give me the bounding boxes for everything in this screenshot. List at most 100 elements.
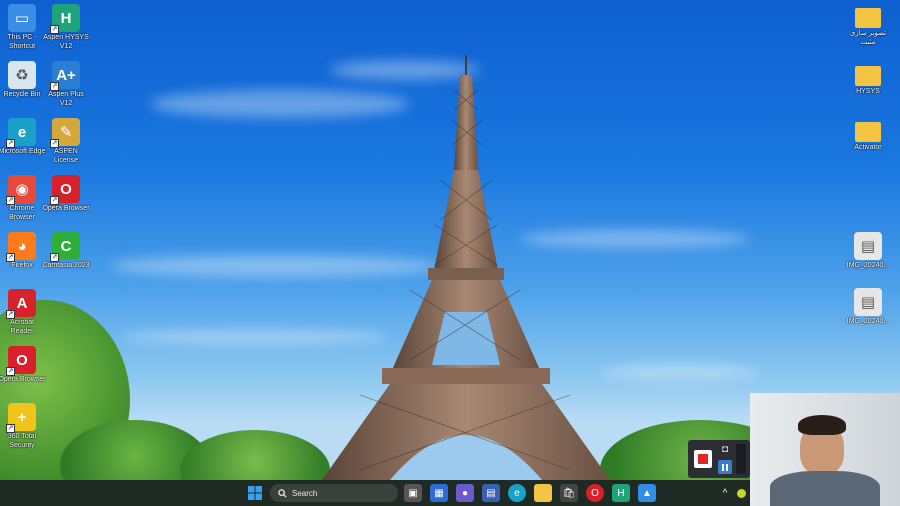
edge-taskbar-button[interactable]: e — [508, 484, 526, 502]
desktop-icon-label: Opera Browser — [0, 376, 46, 383]
tree-left — [180, 430, 330, 480]
tray-app-icon — [736, 488, 746, 498]
folder-icon — [855, 66, 881, 86]
recycle-bin-icon: ♻ — [8, 61, 36, 89]
eiffel-tower — [322, 55, 610, 480]
opera-taskbar-button[interactable]: O — [586, 484, 604, 502]
file-explorer-button[interactable] — [534, 484, 552, 502]
shortcut-arrow-icon: ↗ — [50, 82, 59, 91]
chat-icon: ● — [461, 487, 469, 499]
desktop-icon-image-file[interactable]: ▤ IMG_20240... — [844, 232, 892, 271]
recorder-widget: ◘ — [688, 440, 750, 478]
shortcut-arrow-icon: ↗ — [6, 424, 15, 433]
desktop-icon-label: HYSYS — [856, 88, 880, 95]
shortcut-arrow-icon: ↗ — [50, 196, 59, 205]
desktop-icon-chrome[interactable]: ◉ ↗ Chrome Browser — [0, 175, 46, 222]
desktop-icon-label: Camtasia 2023 — [42, 262, 90, 269]
desktop-icon-folder[interactable]: Activator — [844, 118, 892, 153]
desktop-icon-edge[interactable]: e ↗ Microsoft Edge — [0, 118, 46, 157]
desktop-icon-label: Opera Browser — [42, 205, 90, 212]
desktop-icon-aspen-plus[interactable]: A+ ↗ Aspen Plus V12 — [42, 61, 90, 108]
opera-icon: O ↗ — [6, 346, 36, 376]
desktop-icon-label: Firefox — [11, 262, 33, 269]
desktop-icon-label: 360 Total Security — [7, 433, 37, 449]
start-button[interactable] — [246, 484, 264, 502]
camera-icon: ◘ — [721, 444, 729, 455]
news-icon: ▤ — [486, 487, 496, 499]
opera-icon: O — [591, 487, 599, 499]
taskbar-search[interactable]: Search — [270, 484, 398, 502]
person-shirt — [770, 471, 880, 506]
shortcut-arrow-icon: ↗ — [50, 25, 59, 34]
desktop-icon-label: Microsoft Edge — [0, 148, 46, 155]
desktop-icon-label: ASPEN License — [53, 148, 79, 164]
desktop-icon-label: IMG_20240... — [846, 318, 890, 325]
desktop-icon-hysys[interactable]: H ↗ Aspen HYSYS V12 — [42, 4, 90, 51]
record-button[interactable] — [694, 450, 712, 468]
desktop-icon-label: Activator — [854, 144, 882, 151]
image-file-icon: ▤ — [854, 232, 882, 260]
shortcut-arrow-icon: ↗ — [50, 253, 59, 262]
windows-icon — [248, 486, 262, 500]
photos-taskbar-button[interactable]: ▲ — [638, 484, 656, 502]
hysys-taskbar-button[interactable]: H — [612, 484, 630, 502]
person-hair — [798, 415, 846, 435]
desktop-icon-label: Acrobat Reader — [9, 319, 35, 335]
desktop-icon-label: Aspen HYSYS V12 — [43, 34, 89, 50]
desktop-icon-label: This PC - Shortcut — [7, 34, 37, 50]
shortcut-arrow-icon: ↗ — [6, 196, 15, 205]
task-view-button[interactable]: ▣ — [404, 484, 422, 502]
desktop-icon-monitor[interactable]: ▭ This PC - Shortcut — [0, 4, 46, 51]
chat-button[interactable]: ● — [456, 484, 474, 502]
security-icon: + ↗ — [6, 403, 36, 433]
task-view-icon: ▣ — [408, 487, 418, 499]
shortcut-arrow-icon: ↗ — [6, 139, 15, 148]
shortcut-arrow-icon: ↗ — [6, 310, 15, 319]
desktop-icon-folder[interactable]: HYSYS — [844, 62, 892, 97]
monitor-icon: ▭ — [8, 4, 36, 32]
acrobat-icon: A ↗ — [6, 289, 36, 319]
widgets-button[interactable]: ▦ — [430, 484, 448, 502]
chrome-icon: ◉ ↗ — [6, 175, 36, 205]
aspen-plus-icon: A+ ↗ — [50, 61, 80, 91]
desktop-icon-firefox[interactable]: ◕ ↗ Firefox — [0, 232, 46, 271]
folder-icon — [855, 8, 881, 28]
record-icon — [698, 454, 708, 464]
tray-app-button[interactable] — [732, 484, 750, 502]
desktop-icon-camtasia[interactable]: C ↗ Camtasia 2023 — [42, 232, 90, 271]
photos-icon: ▲ — [642, 487, 652, 499]
pause-button[interactable] — [718, 460, 732, 474]
desktop-icon-label: Aspen Plus V12 — [48, 91, 84, 107]
firefox-icon: ◕ ↗ — [6, 232, 36, 262]
screenshot-button[interactable]: ◘ — [718, 444, 732, 456]
license-icon: ✎ ↗ — [50, 118, 80, 148]
desktop-icon-opera[interactable]: O ↗ Opera Browser — [42, 175, 90, 214]
desktop-icon-folder[interactable]: تصویر سازی مثبت — [844, 4, 892, 47]
shortcut-arrow-icon: ↗ — [6, 367, 15, 376]
desktop-icon-recycle-bin[interactable]: ♻ Recycle Bin — [0, 61, 46, 100]
camtasia-icon: C ↗ — [50, 232, 80, 262]
opera-icon: O ↗ — [50, 175, 80, 205]
store-button[interactable]: 🛍 — [560, 484, 578, 502]
search-placeholder: Search — [292, 488, 318, 498]
folder-icon — [855, 122, 881, 142]
hysys-icon: H ↗ — [50, 4, 80, 34]
desktop-icon-security[interactable]: + ↗ 360 Total Security — [0, 403, 46, 450]
cloud — [600, 365, 760, 379]
webcam-overlay — [750, 393, 900, 506]
search-icon — [278, 488, 287, 498]
edge-icon: e — [514, 487, 520, 499]
news-button[interactable]: ▤ — [482, 484, 500, 502]
pause-icon — [722, 463, 724, 471]
image-file-icon: ▤ — [854, 288, 882, 316]
shortcut-arrow-icon: ↗ — [6, 253, 15, 262]
desktop-icon-image-file[interactable]: ▤ IMG_20240... — [844, 288, 892, 327]
desktop-icon-label: IMG_20240... — [846, 262, 890, 269]
desktop-icon-license[interactable]: ✎ ↗ ASPEN License — [42, 118, 90, 165]
desktop-icon-label: Recycle Bin — [3, 91, 41, 98]
recorder-level — [736, 444, 746, 474]
desktop-icon-acrobat[interactable]: A ↗ Acrobat Reader — [0, 289, 46, 336]
widgets-icon: ▦ — [434, 487, 444, 499]
desktop-icon-opera[interactable]: O ↗ Opera Browser — [0, 346, 46, 385]
desktop-icon-label: تصویر سازی مثبت — [849, 30, 887, 46]
